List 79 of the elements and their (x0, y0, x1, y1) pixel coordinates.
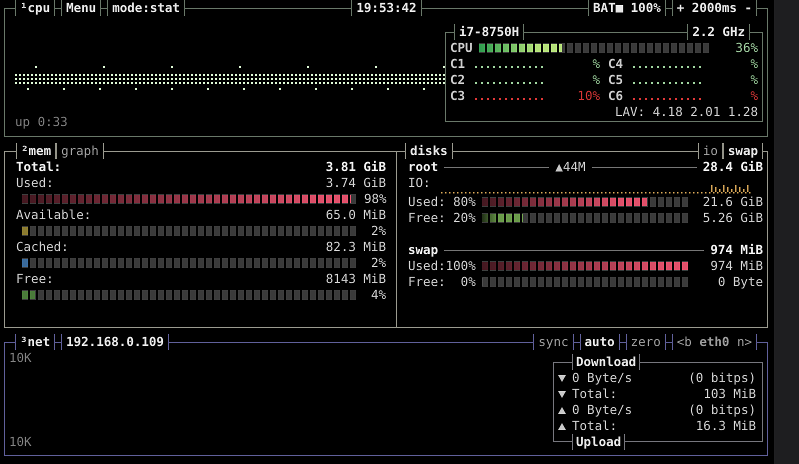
up-arrow-icon (558, 406, 566, 414)
load-average: LAV: 4.18 2.01 1.28 (615, 104, 758, 120)
core-reading: % (592, 56, 600, 72)
core-reading: % (750, 88, 758, 104)
core-label: C3 (450, 88, 466, 104)
mem-value: 82.3 MiB (326, 239, 386, 255)
net-control[interactable]: <b eth0 n> (672, 334, 757, 350)
core-reading: % (592, 72, 600, 88)
io-label: IO: (408, 175, 431, 191)
mem-label: Free: (16, 271, 54, 287)
panel-tab[interactable]: disks (405, 143, 453, 159)
panel-tab[interactable]: 192.168.0.109 (61, 334, 169, 350)
net-stat-label: Total: (572, 418, 618, 434)
core-label: C2 (450, 72, 466, 88)
panel-tab[interactable]: swap (722, 143, 763, 159)
mem-label: Total: (16, 159, 62, 175)
graph-scale-label: 10K (9, 350, 33, 366)
core-label: C4 (608, 56, 624, 72)
down-arrow-icon (558, 374, 566, 382)
graph-scale-label: 10K (9, 434, 33, 450)
mem-value: 3.81 GiB (326, 159, 386, 175)
net-stat-value: 103 MiB (703, 386, 756, 402)
disk-usage-label: Used: 80% (408, 194, 476, 210)
disk-usage-value: 21.6 GiB (702, 194, 763, 210)
net-stat-value: 16.3 MiB (696, 418, 756, 434)
cpu-reading: 36% (735, 40, 758, 56)
panel-tab[interactable]: ¹cpu (15, 0, 56, 16)
up-arrow-icon (558, 422, 566, 430)
net-stat-label: 0 Byte/s (572, 370, 632, 386)
mem-value: 65.0 MiB (326, 207, 386, 223)
mem-percent: 98% (364, 191, 387, 207)
mem-label: Used: (16, 175, 54, 191)
upload-title: Upload (572, 434, 626, 450)
panel-tab[interactable]: io (698, 143, 723, 159)
net-stat-value: (0 bitps) (688, 370, 756, 386)
mem-label: Available: (16, 207, 92, 223)
update-interval[interactable]: + 2000ms - (672, 0, 758, 16)
mem-percent: 2% (370, 223, 386, 239)
disk-usage-value: 974 MiB (710, 258, 763, 274)
mem-value: 8143 MiB (326, 271, 386, 287)
down-arrow-icon (558, 390, 566, 398)
panel-tab[interactable]: ³net (15, 334, 56, 350)
cpu-frequency: 2.2 GHz (687, 24, 750, 40)
core-reading: 10% (577, 88, 600, 104)
disk-name: root (408, 159, 438, 175)
core-reading: % (750, 72, 758, 88)
panel-tab[interactable]: ²mem (16, 143, 56, 159)
uptime: up 0:33 (15, 114, 69, 130)
disk-usage-label: Free: 20% (408, 210, 476, 226)
panel-tab[interactable]: graph (56, 143, 104, 159)
cpu-model: i7-8750H (454, 24, 524, 40)
disk-usage-value: 0 Byte (718, 274, 763, 290)
disk-size: 28.4 GiB (702, 159, 763, 175)
net-stat-label: Total: (572, 386, 618, 402)
battery-status: BAT■ 100% (588, 0, 666, 16)
disk-io-rate: ▲44M (555, 159, 586, 175)
core-reading: % (750, 56, 758, 72)
disk-usage-label: Free: 0% (408, 274, 476, 290)
mem-percent: 4% (370, 287, 386, 303)
net-control[interactable]: auto (580, 334, 620, 350)
disk-usage-label: Used:100% (408, 258, 476, 274)
disk-usage-value: 5.26 GiB (702, 210, 763, 226)
core-label: C1 (450, 56, 466, 72)
core-label: C5 (608, 72, 624, 88)
net-stat-value: (0 bitps) (688, 402, 756, 418)
disk-size: 974 MiB (710, 242, 763, 258)
mem-percent: 2% (370, 255, 386, 271)
cpu-label: CPU (450, 40, 473, 56)
core-label: C6 (608, 88, 624, 104)
download-title: Download (572, 354, 640, 370)
mem-label: Cached: (16, 239, 69, 255)
net-control[interactable]: sync (533, 334, 574, 350)
net-control[interactable]: zero (626, 334, 666, 350)
net-stat-label: 0 Byte/s (572, 402, 632, 418)
panel-tab[interactable]: Menu (61, 0, 102, 16)
disk-name: swap (408, 242, 438, 258)
clock: 19:53:42 (351, 0, 422, 16)
mem-value: 3.74 GiB (326, 175, 386, 191)
panel-tab[interactable]: mode:stat (107, 0, 185, 16)
